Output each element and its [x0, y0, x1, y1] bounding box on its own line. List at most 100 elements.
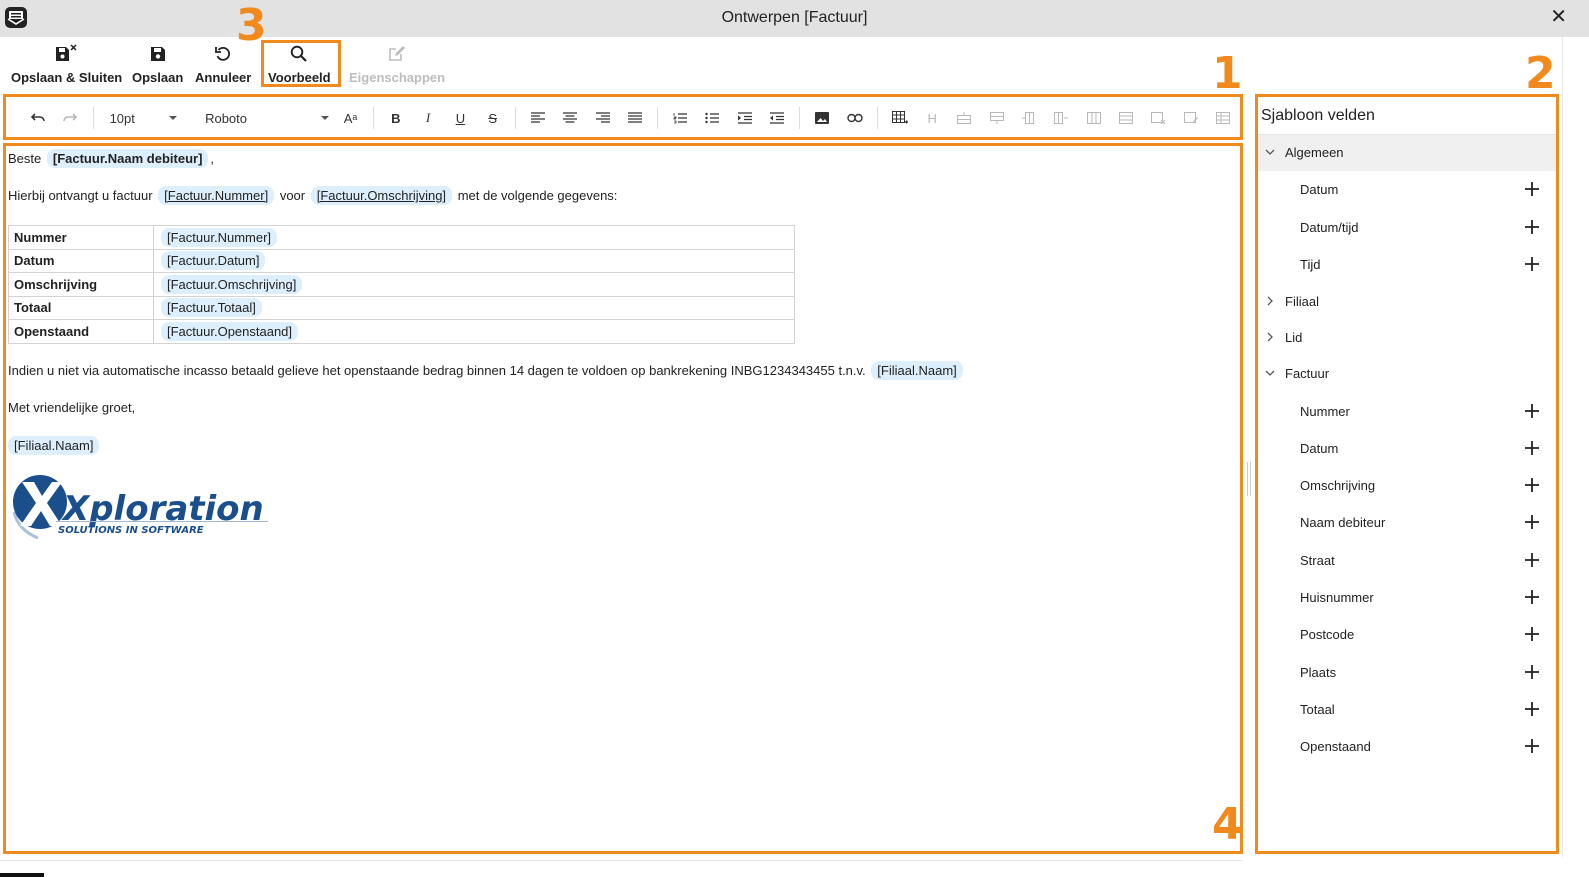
add-field-icon[interactable]	[1524, 701, 1540, 717]
underline-glyph: U	[455, 110, 466, 126]
field-chip[interactable]: [Factuur.Omschrijving]	[310, 186, 453, 205]
chevron-right-icon[interactable]	[1264, 295, 1276, 307]
font-family-select[interactable]: Roboto	[195, 103, 334, 133]
field-chip[interactable]: [Factuur.Openstaand]	[161, 321, 299, 341]
tree-field-item[interactable]: Plaats	[1258, 655, 1556, 691]
font-size-select[interactable]: 10pt	[100, 103, 183, 133]
tree-group[interactable]: Lid	[1258, 320, 1556, 356]
edit-icon	[389, 46, 406, 61]
insert-table-icon[interactable]	[884, 103, 916, 133]
table-row: Totaal [Factuur.Totaal]	[8, 295, 795, 320]
table-edit-icon[interactable]	[1174, 103, 1206, 133]
table-row-before-icon[interactable]	[948, 103, 980, 133]
tree-field-label: Huisnummer	[1300, 590, 1374, 605]
redo-icon[interactable]	[54, 103, 86, 133]
field-chip[interactable]: [Factuur.Nummer]	[161, 227, 278, 247]
tree-group[interactable]: Filiaal	[1258, 284, 1556, 320]
align-left-icon[interactable]	[522, 103, 554, 133]
add-field-icon[interactable]	[1524, 440, 1540, 456]
align-justify-icon[interactable]	[619, 103, 651, 133]
tree-group[interactable]: Factuur	[1258, 356, 1556, 392]
indent-icon[interactable]	[729, 103, 761, 133]
table-row: Nummer [Factuur.Nummer]	[8, 225, 795, 250]
add-field-icon[interactable]	[1524, 738, 1540, 754]
field-chip[interactable]: [Factuur.Omschrijving]	[161, 274, 303, 294]
table-delete-row-icon[interactable]	[1110, 103, 1142, 133]
tree-field-item[interactable]: Totaal	[1258, 692, 1556, 728]
properties-button[interactable]: Eigenschappen	[349, 44, 445, 85]
table-row-after-icon[interactable]	[981, 103, 1013, 133]
align-right-icon[interactable]	[586, 103, 618, 133]
save-close-button[interactable]: Opslaan & Sluiten	[11, 44, 122, 85]
field-chip[interactable]: [Factuur.Naam debiteur]	[46, 149, 209, 168]
table-cell-value: [Factuur.Datum]	[153, 248, 795, 273]
tree-field-item[interactable]: Nummer	[1258, 394, 1556, 430]
add-field-icon[interactable]	[1524, 219, 1540, 235]
underline-icon[interactable]: U	[444, 103, 476, 133]
table-delete-icon[interactable]	[1142, 103, 1174, 133]
tree-group-label: Filiaal	[1285, 294, 1319, 310]
field-chip[interactable]: [Factuur.Nummer]	[158, 186, 275, 205]
table-properties-icon[interactable]	[1207, 103, 1239, 133]
panel-splitter-handle[interactable]	[1247, 462, 1251, 496]
save-button[interactable]: Opslaan	[132, 44, 183, 85]
template-editor[interactable]: Beste [Factuur.Naam debiteur], Hierbij o…	[6, 146, 1239, 851]
save-icon	[150, 47, 165, 61]
add-field-icon[interactable]	[1524, 181, 1540, 197]
add-field-icon[interactable]	[1524, 589, 1540, 605]
tree-field-item[interactable]: Naam debiteur	[1258, 505, 1556, 541]
italic-icon[interactable]: I	[412, 103, 444, 133]
outdent-icon[interactable]	[761, 103, 793, 133]
add-field-icon[interactable]	[1524, 664, 1540, 680]
invoice-table: Nummer [Factuur.Nummer] Datum [Factuur.Dat…	[8, 225, 795, 344]
strike-glyph: S	[488, 110, 498, 126]
font-size-icon[interactable]: Aᵃ	[334, 103, 366, 133]
tree-field-item[interactable]: Tijd	[1258, 247, 1556, 283]
tree-field-label: Naam debiteur	[1300, 515, 1386, 531]
add-field-icon[interactable]	[1524, 403, 1540, 419]
align-center-icon[interactable]	[554, 103, 586, 133]
numbered-list-icon[interactable]	[664, 103, 696, 133]
toolbar-separator	[188, 107, 189, 129]
table-col-before-icon[interactable]	[1013, 103, 1045, 133]
tree-group[interactable]: Algemeen	[1258, 135, 1556, 171]
annotation-number-1: 1	[1212, 48, 1243, 99]
tree-field-item[interactable]: Openstaand	[1258, 729, 1556, 765]
add-field-icon[interactable]	[1524, 514, 1540, 530]
bold-glyph: B	[391, 110, 401, 126]
field-chip[interactable]: [Factuur.Totaal]	[161, 298, 262, 318]
chevron-down-icon[interactable]	[1264, 146, 1276, 158]
chevron-down-icon[interactable]	[1264, 367, 1276, 379]
greeting-text: Beste	[8, 151, 42, 166]
tree-field-item[interactable]: Postcode	[1258, 617, 1556, 653]
add-field-icon[interactable]	[1524, 552, 1540, 568]
greeting-comma: ,	[210, 151, 215, 166]
tree-field-item[interactable]: Datum/tijd	[1258, 210, 1556, 246]
undo-icon[interactable]	[22, 103, 54, 133]
insert-image-icon[interactable]	[806, 103, 838, 133]
toolbar-separator	[799, 107, 801, 129]
close-icon[interactable]: ✕	[1550, 7, 1567, 27]
field-chip[interactable]: [Filiaal.Naam]	[871, 361, 963, 380]
tree-field-item[interactable]: Omschrijving	[1258, 468, 1556, 504]
tree-field-item[interactable]: Huisnummer	[1258, 580, 1556, 616]
add-field-icon[interactable]	[1524, 256, 1540, 272]
add-field-icon[interactable]	[1524, 626, 1540, 642]
font-family-value: Roboto	[205, 110, 247, 126]
field-chip[interactable]: [Factuur.Datum]	[161, 251, 266, 271]
bullet-list-icon[interactable]	[696, 103, 728, 133]
field-chip[interactable]: [Filiaal.Naam]	[8, 436, 100, 455]
insert-link-icon[interactable]	[838, 103, 870, 133]
chevron-right-icon[interactable]	[1264, 331, 1276, 343]
table-heading-icon[interactable]: H	[916, 103, 948, 133]
bold-icon[interactable]: B	[380, 103, 412, 133]
add-field-icon[interactable]	[1524, 477, 1540, 493]
tree-field-item[interactable]: Straat	[1258, 543, 1556, 579]
table-cell-label: Datum	[8, 248, 154, 273]
strikethrough-icon[interactable]: S	[477, 103, 509, 133]
tree-field-item[interactable]: Datum	[1258, 431, 1556, 467]
tree-field-item[interactable]: Datum	[1258, 172, 1556, 208]
table-delete-col-icon[interactable]	[1078, 103, 1110, 133]
table-col-after-icon[interactable]	[1045, 103, 1077, 133]
panel-title: Sjabloon velden	[1261, 107, 1375, 124]
